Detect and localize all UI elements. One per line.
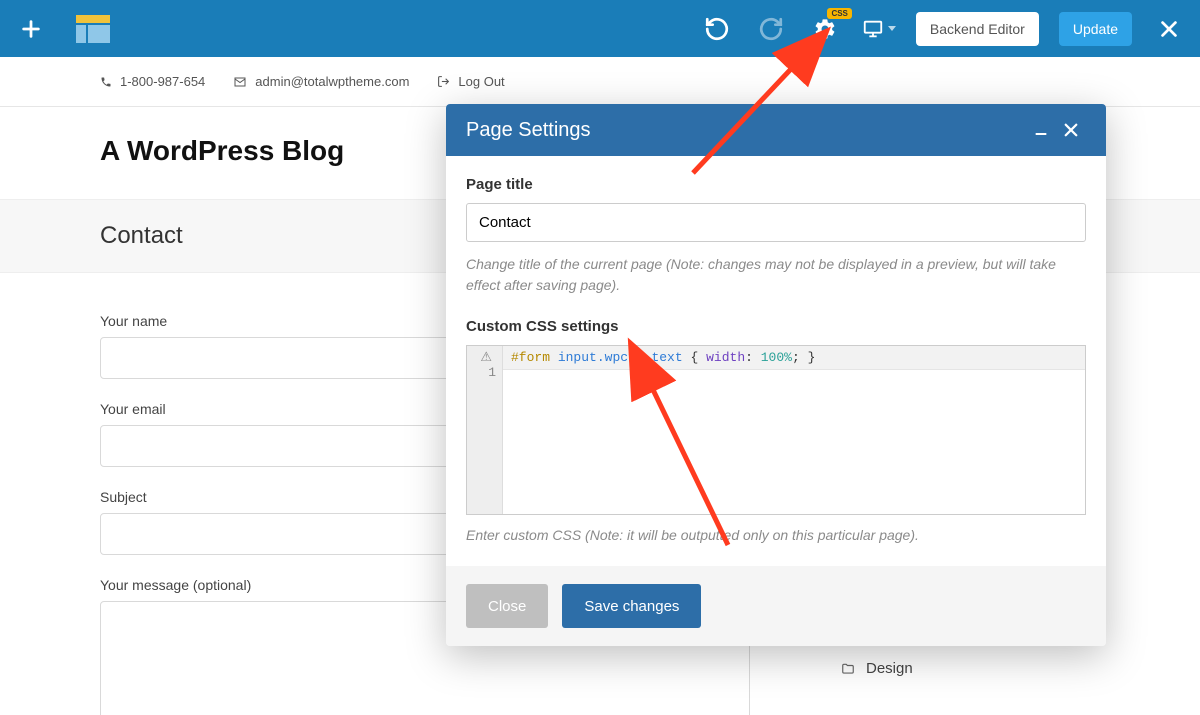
undo-button[interactable] [700,12,734,46]
save-changes-button[interactable]: Save changes [562,584,701,628]
page-title-help: Change title of the current page (Note: … [466,254,1086,296]
logout-icon [437,75,450,88]
modal-header[interactable]: Page Settings [446,104,1106,156]
redo-icon [758,16,784,42]
modal-close-button[interactable] [1056,115,1086,145]
topbar-logout-text: Log Out [458,74,504,89]
close-editor-button[interactable] [1152,12,1186,46]
phone-icon [100,76,112,88]
chevron-down-icon [888,26,896,31]
add-element-button[interactable] [14,12,48,46]
custom-css-help: Enter custom CSS (Note: it will be outpu… [466,525,1086,546]
desktop-icon [862,18,884,40]
redo-button[interactable] [754,12,788,46]
modal-footer: Close Save changes [446,566,1106,646]
modal-minimize-button[interactable] [1026,115,1056,145]
modal-body: Page title Change title of the current p… [446,156,1106,566]
settings-button[interactable]: CSS [808,12,842,46]
layout-icon [76,15,110,43]
page-title-input[interactable] [466,203,1086,242]
topbar-email-text: admin@totalwptheme.com [255,74,409,89]
update-button[interactable]: Update [1059,12,1132,46]
css-badge: CSS [827,8,851,19]
page-settings-modal: Page Settings Page title Change title of… [446,104,1106,646]
topbar-phone: 1-800-987-654 [100,74,205,89]
topbar-phone-text: 1-800-987-654 [120,74,205,89]
page-title-field-label: Page title [466,176,1086,193]
warning-icon: ⚠ [480,350,492,365]
folder-icon [840,662,856,676]
vc-toolbar: CSS Backend Editor Update [0,0,1200,57]
backend-editor-button[interactable]: Backend Editor [916,12,1039,46]
line-number: 1 [488,365,496,380]
topbar-email[interactable]: admin@totalwptheme.com [233,74,409,89]
custom-css-label: Custom CSS settings [466,318,1086,335]
custom-css-editor[interactable]: ⚠1 #form input.wpcf7-text { width: 100%;… [466,345,1086,515]
gear-icon [813,17,837,41]
close-icon [1158,18,1180,40]
site-topbar: 1-800-987-654 admin@totalwptheme.com Log… [0,57,1200,107]
cat-label: Design [866,660,913,677]
topbar-logout[interactable]: Log Out [437,74,504,89]
viewport-button[interactable] [862,12,896,46]
close-icon [1062,121,1080,139]
plus-icon [20,18,42,40]
modal-close-footer-button[interactable]: Close [466,584,548,628]
templates-button[interactable] [76,12,110,46]
code-line[interactable]: #form input.wpcf7-text { width: 100%; } [503,346,1085,370]
modal-title: Page Settings [466,119,591,142]
envelope-icon [233,76,247,88]
minimize-icon [1033,122,1049,138]
undo-icon [704,16,730,42]
code-gutter: ⚠1 [467,346,503,514]
list-item[interactable]: Design [840,653,1100,684]
